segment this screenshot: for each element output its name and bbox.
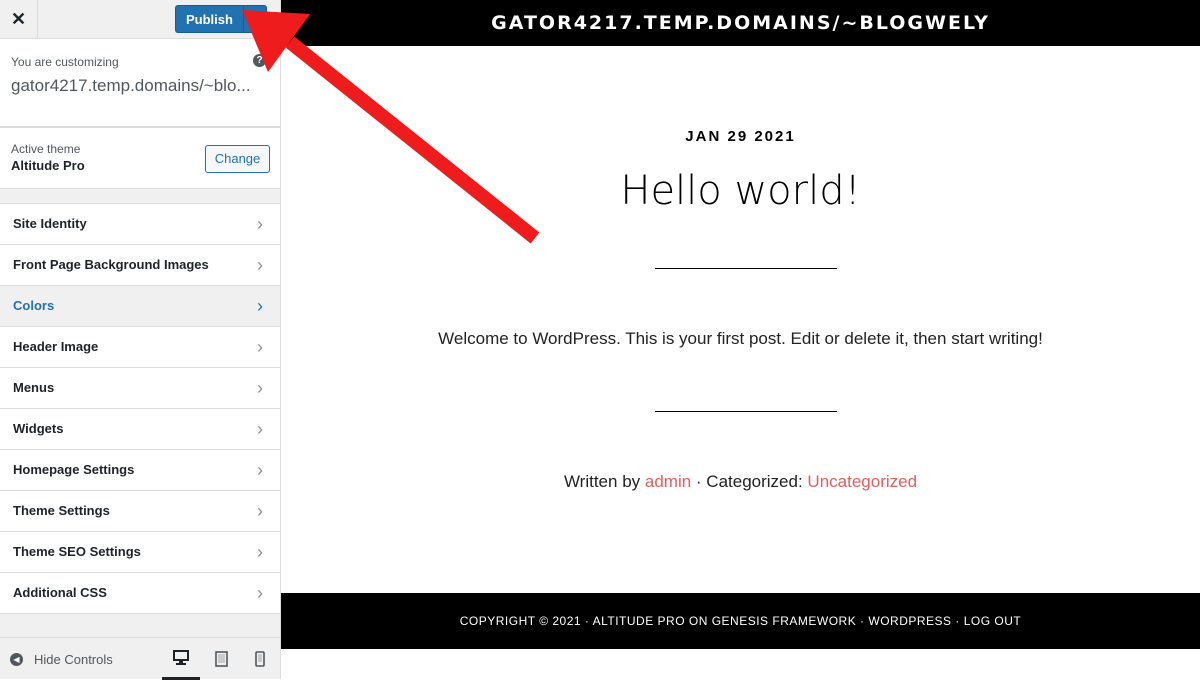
chevron-right-icon: ›	[257, 214, 263, 234]
mobile-icon	[255, 651, 265, 667]
menu-item-theme-seo-settings[interactable]: Theme SEO Settings ›	[0, 532, 280, 573]
footer-text: COPYRIGHT © 2021 · ALTITUDE PRO ON GENES…	[459, 614, 1022, 628]
divider	[655, 268, 837, 269]
active-theme-label: Active theme	[11, 142, 81, 156]
menu-item-header-image[interactable]: Header Image ›	[0, 327, 280, 368]
divider	[655, 411, 837, 412]
meta-written-by: Written by	[563, 472, 645, 491]
menu-item-label: Theme SEO Settings	[13, 544, 141, 559]
chevron-right-icon: ›	[257, 378, 263, 398]
hide-controls-label: Hide Controls	[34, 651, 113, 667]
menu-item-colors[interactable]: Colors ›	[0, 286, 280, 327]
menu-item-label: Site Identity	[13, 216, 87, 231]
menu-item-label: Additional CSS	[13, 585, 107, 600]
menu-item-label: Homepage Settings	[13, 462, 135, 477]
close-icon[interactable]: ✕	[0, 0, 38, 38]
customizer-menu: Site Identity › Front Page Background Im…	[0, 203, 280, 614]
customizer-sidebar: ✕ Publish ⚙ You are customizing ? gator4…	[0, 0, 281, 680]
site-header: GATOR4217.TEMP.DOMAINS/~BLOGWELY	[281, 0, 1200, 46]
gear-icon[interactable]: ⚙	[243, 5, 267, 33]
menu-item-homepage-settings[interactable]: Homepage Settings ›	[0, 450, 280, 491]
menu-item-label: Widgets	[13, 421, 64, 436]
site-title[interactable]: GATOR4217.TEMP.DOMAINS/~BLOGWELY	[491, 12, 990, 34]
tablet-preview-button[interactable]	[202, 638, 240, 680]
post-title: Hello world!	[620, 168, 861, 214]
site-preview: GATOR4217.TEMP.DOMAINS/~BLOGWELY JAN 29 …	[281, 0, 1200, 679]
menu-item-label: Menus	[13, 380, 55, 395]
post-meta: Written by admin · Categorized: Uncatego…	[281, 472, 1200, 492]
chevron-right-icon: ›	[257, 583, 263, 603]
site-footer: COPYRIGHT © 2021 · ALTITUDE PRO ON GENES…	[281, 593, 1200, 649]
chevron-right-icon: ›	[257, 296, 263, 316]
active-theme-section: Active theme Altitude Pro Change	[0, 127, 280, 189]
menu-item-theme-settings[interactable]: Theme Settings ›	[0, 491, 280, 532]
chevron-right-icon: ›	[257, 337, 263, 357]
mobile-preview-button[interactable]	[241, 638, 279, 680]
author-link[interactable]: admin	[645, 472, 691, 491]
menu-item-site-identity[interactable]: Site Identity ›	[0, 204, 280, 245]
desktop-preview-button[interactable]	[162, 638, 200, 680]
customizer-footer: ◀ Hide Controls	[0, 637, 280, 680]
menu-item-label: Header Image	[13, 339, 99, 354]
collapse-icon: ◀	[10, 652, 23, 666]
menu-item-label: Colors	[13, 298, 55, 313]
site-url: gator4217.temp.domains/~blo...	[11, 76, 251, 95]
active-theme-name: Altitude Pro	[11, 158, 85, 173]
customizer-header: ✕ Publish ⚙	[0, 0, 280, 39]
menu-item-additional-css[interactable]: Additional CSS ›	[0, 573, 280, 614]
post-date: JAN 29 2021	[685, 128, 796, 145]
menu-item-label: Front Page Background Images	[13, 257, 209, 272]
chevron-right-icon: ›	[257, 255, 263, 275]
customizing-label: You are customizing	[11, 55, 119, 69]
menu-item-label: Theme Settings	[13, 503, 110, 518]
menu-item-front-page-background-images[interactable]: Front Page Background Images ›	[0, 245, 280, 286]
publish-button-group: Publish ⚙	[175, 5, 267, 33]
category-link[interactable]: Uncategorized	[807, 472, 917, 491]
customizing-info: You are customizing ? gator4217.temp.dom…	[0, 39, 280, 127]
chevron-right-icon: ›	[257, 460, 263, 480]
menu-item-menus[interactable]: Menus ›	[0, 368, 280, 409]
chevron-right-icon: ›	[257, 542, 263, 562]
chevron-right-icon: ›	[257, 419, 263, 439]
tablet-icon	[214, 651, 228, 667]
publish-button[interactable]: Publish	[175, 5, 243, 33]
post-body: Welcome to WordPress. This is your first…	[438, 329, 1043, 348]
desktop-icon	[173, 650, 189, 665]
meta-separator: · Categorized:	[691, 472, 808, 491]
help-icon[interactable]: ?	[253, 54, 266, 67]
chevron-right-icon: ›	[257, 501, 263, 521]
menu-item-widgets[interactable]: Widgets ›	[0, 409, 280, 450]
change-theme-button[interactable]: Change	[205, 145, 270, 173]
hide-controls-button[interactable]: ◀ Hide Controls	[10, 638, 113, 680]
